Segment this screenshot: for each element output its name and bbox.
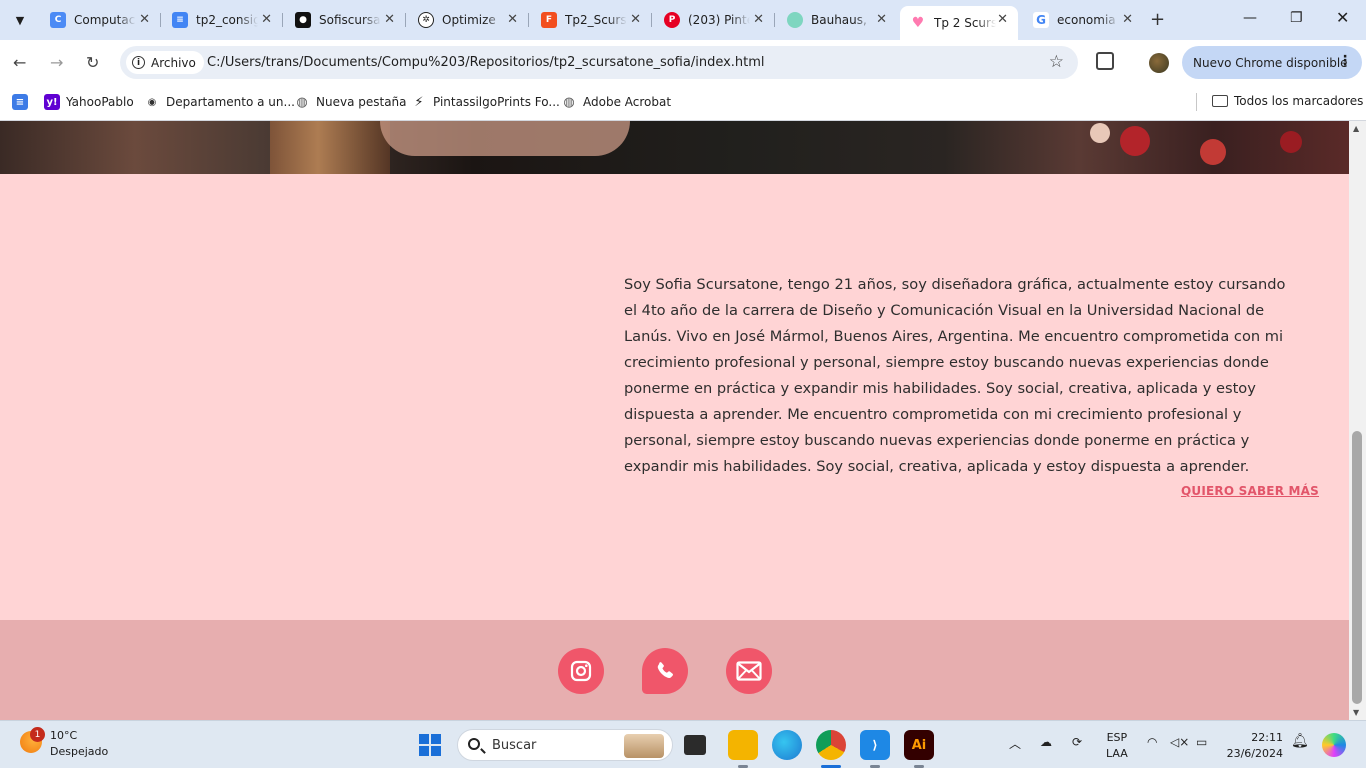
about-text: Soy Sofia Scursatone, tengo 21 años, soy… bbox=[624, 276, 1286, 475]
scrollbar-thumb[interactable] bbox=[1352, 431, 1362, 704]
windows-start-icon[interactable] bbox=[419, 734, 441, 756]
globe-icon: ◍ bbox=[296, 94, 308, 110]
tab-tp2-scursatone-active[interactable]: ♥ Tp 2 Scursatone ✕ bbox=[900, 6, 1018, 40]
bauhaus-icon bbox=[787, 12, 803, 28]
vscode-icon[interactable]: ⟩ bbox=[860, 730, 890, 760]
minimize-icon[interactable]: — bbox=[1243, 10, 1257, 26]
taskbar-search[interactable]: Buscar bbox=[457, 729, 673, 761]
bookmark-departamento[interactable]: ◉ Departamento a un... bbox=[144, 94, 295, 110]
tab-github[interactable]: ● Sofiscursatone ✕ bbox=[285, 6, 406, 34]
close-tab-icon[interactable]: ✕ bbox=[753, 12, 764, 27]
folder-icon bbox=[1212, 95, 1228, 107]
bolt-icon: ⚡ bbox=[414, 94, 424, 110]
github-icon: ● bbox=[295, 12, 311, 28]
forward-arrow-icon[interactable]: → bbox=[50, 53, 63, 72]
close-tab-icon[interactable]: ✕ bbox=[1122, 12, 1133, 27]
docs-list-icon: ≡ bbox=[12, 94, 28, 110]
close-tab-icon[interactable]: ✕ bbox=[261, 12, 272, 27]
tab-search-chevron-icon[interactable]: ▼ bbox=[8, 8, 32, 32]
mail-icon[interactable] bbox=[726, 648, 772, 694]
bookmarks-bar: ≡ y! YahooPablo ◉ Departamento a un... ◍… bbox=[0, 85, 1366, 121]
reload-icon[interactable]: ↻ bbox=[86, 53, 99, 72]
tab-tp2-consigna[interactable]: ≡ tp2_consigna ✕ bbox=[162, 6, 283, 34]
compu-icon: C bbox=[50, 12, 66, 28]
learn-more-link[interactable]: QUIERO SABER MÁS bbox=[1181, 484, 1319, 498]
search-highlight-image bbox=[624, 734, 664, 758]
site-info-chip[interactable]: i Archivo bbox=[126, 51, 204, 74]
onedrive-cloud-icon[interactable]: ☁ bbox=[1040, 735, 1052, 749]
pinterest-icon: P bbox=[664, 12, 680, 28]
browser-toolbar: ← → ↻ i Archivo C:/Users/trans/Documents… bbox=[0, 40, 1366, 85]
instagram-icon[interactable] bbox=[558, 648, 604, 694]
show-hidden-icons-icon[interactable]: ︿ bbox=[1009, 735, 1021, 752]
apps-icon[interactable]: ≡ bbox=[12, 94, 34, 110]
tab-bauhaus[interactable]: Bauhaus, ✕ bbox=[777, 6, 897, 34]
file-explorer-icon[interactable] bbox=[728, 730, 758, 760]
weather-description[interactable]: Despejado bbox=[50, 745, 108, 758]
close-tab-icon[interactable]: ✕ bbox=[997, 12, 1008, 27]
notification-bell-icon[interactable]: 🔔︎ bbox=[1291, 733, 1309, 749]
tab-figma[interactable]: F Tp2_Scursatone ✕ bbox=[531, 6, 652, 34]
bookmarks-divider bbox=[1196, 93, 1197, 111]
close-tab-icon[interactable]: ✕ bbox=[507, 12, 518, 27]
close-tab-icon[interactable]: ✕ bbox=[876, 12, 887, 27]
scroll-down-icon[interactable]: ▼ bbox=[1353, 708, 1359, 717]
eye-icon: ◉ bbox=[147, 96, 157, 108]
vertical-scrollbar[interactable]: ▲ ▼ bbox=[1349, 121, 1366, 720]
profile-avatar[interactable] bbox=[1149, 53, 1169, 73]
yahoo-icon: y! bbox=[44, 94, 60, 110]
globe-icon: ◍ bbox=[563, 94, 575, 110]
heart-icon: ♥ bbox=[911, 15, 925, 31]
bookmark-star-icon[interactable]: ☆ bbox=[1049, 52, 1064, 72]
bookmark-pintassilgo[interactable]: ⚡ PintassilgoPrints Fo... bbox=[411, 94, 559, 110]
new-tab-plus-icon[interactable]: + bbox=[1150, 9, 1165, 30]
phone-icon[interactable] bbox=[642, 648, 688, 694]
hero-photo bbox=[0, 121, 1349, 174]
system-clock[interactable]: 22:11 23/6/2024 bbox=[1225, 730, 1283, 762]
chrome-icon[interactable] bbox=[816, 730, 846, 760]
kebab-menu-icon[interactable]: ⋮ bbox=[1338, 53, 1352, 69]
task-view-icon[interactable] bbox=[684, 735, 706, 755]
bookmark-adobe-acrobat[interactable]: ◍ Adobe Acrobat bbox=[561, 94, 671, 110]
scroll-up-icon[interactable]: ▲ bbox=[1353, 124, 1359, 133]
tab-pinterest[interactable]: P (203) Pinterest ✕ bbox=[654, 6, 775, 34]
copilot-icon[interactable] bbox=[1322, 733, 1346, 757]
weather-badge: 1 bbox=[30, 727, 45, 742]
search-icon bbox=[468, 738, 480, 750]
illustrator-icon[interactable]: Ai bbox=[904, 730, 934, 760]
close-tab-icon[interactable]: ✕ bbox=[630, 12, 641, 27]
openai-icon: ✲ bbox=[418, 12, 434, 28]
close-window-icon[interactable]: ✕ bbox=[1336, 8, 1349, 27]
tab-economia[interactable]: G economia ✕ bbox=[1023, 6, 1143, 34]
tab-computacion[interactable]: C Computación ✕ bbox=[40, 6, 161, 34]
language-indicator[interactable]: ESP LAA bbox=[1106, 730, 1128, 762]
restore-icon[interactable]: ❐ bbox=[1290, 10, 1303, 26]
figma-icon: F bbox=[541, 12, 557, 28]
info-icon: i bbox=[132, 56, 145, 69]
sync-icon[interactable]: ⟳ bbox=[1072, 735, 1082, 749]
bookmark-yahoopablo[interactable]: y! YahooPablo bbox=[44, 94, 134, 110]
windows-taskbar: 1 10°C Despejado Buscar ⟩ Ai ︿ ☁ ⟳ ESP L… bbox=[0, 720, 1366, 768]
tab-optimize[interactable]: ✲ Optimize ✕ bbox=[408, 6, 529, 34]
google-icon: G bbox=[1033, 12, 1049, 28]
page-viewport: Soy Sofia Scursatone, tengo 21 años, soy… bbox=[0, 121, 1349, 720]
close-tab-icon[interactable]: ✕ bbox=[384, 12, 395, 27]
edge-icon[interactable] bbox=[772, 730, 802, 760]
volume-muted-icon[interactable]: ◁× bbox=[1170, 735, 1189, 749]
footer bbox=[0, 620, 1349, 720]
all-bookmarks-button[interactable]: Todos los marcadores bbox=[1212, 94, 1363, 108]
extensions-puzzle-icon[interactable] bbox=[1096, 52, 1114, 70]
tab-strip: ▼ C Computación ✕ ≡ tp2_consigna ✕ ● Sof… bbox=[0, 0, 1366, 40]
back-arrow-icon[interactable]: ← bbox=[13, 53, 26, 72]
docs-icon: ≡ bbox=[172, 12, 188, 28]
url-text[interactable]: C:/Users/trans/Documents/Compu%203/Repos… bbox=[207, 55, 765, 70]
chrome-update-button[interactable]: Nuevo Chrome disponible ⋮ bbox=[1182, 46, 1362, 79]
weather-temperature[interactable]: 10°C bbox=[50, 729, 77, 742]
battery-icon[interactable]: ▭ bbox=[1196, 735, 1207, 749]
bookmark-nueva-pestana[interactable]: ◍ Nueva pestaña bbox=[294, 94, 406, 110]
address-bar[interactable]: i Archivo C:/Users/trans/Documents/Compu… bbox=[120, 46, 1078, 79]
wifi-icon[interactable]: ◠ bbox=[1147, 735, 1157, 749]
close-tab-icon[interactable]: ✕ bbox=[139, 12, 150, 27]
